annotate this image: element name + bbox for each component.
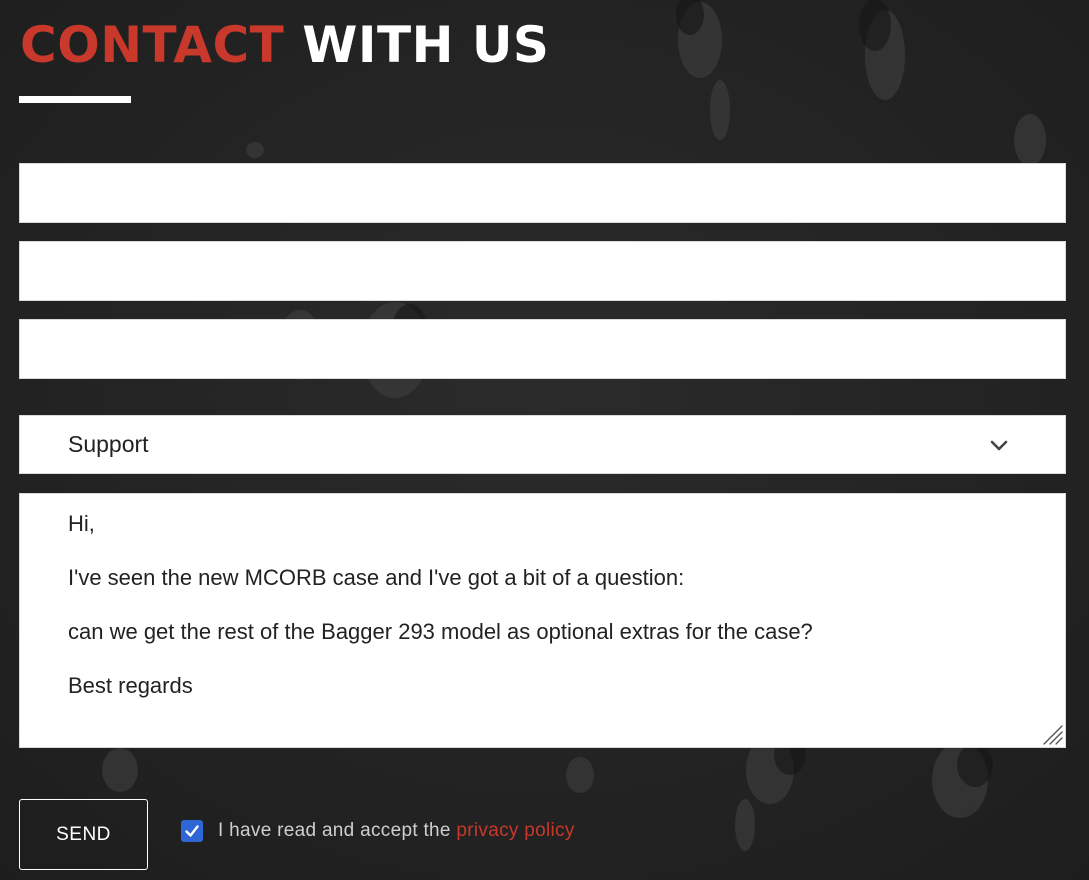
send-button[interactable]: SEND bbox=[19, 799, 148, 870]
resize-grip-icon[interactable] bbox=[1041, 723, 1063, 745]
subject-select[interactable]: Support bbox=[19, 415, 1066, 474]
chevron-down-icon bbox=[990, 440, 1008, 451]
checkmark-icon bbox=[185, 825, 199, 837]
title-underline bbox=[19, 96, 131, 103]
consent-text: I have read and accept the bbox=[218, 820, 451, 841]
contact-section: CONTACT WITH US Support Hi, I've seen th… bbox=[0, 0, 1089, 880]
message-line: I've seen the new MCORB case and I've go… bbox=[68, 565, 685, 590]
message-textarea[interactable]: Hi, I've seen the new MCORB case and I'v… bbox=[19, 493, 1066, 748]
email-field[interactable] bbox=[19, 241, 1066, 301]
privacy-consent: I have read and accept the privacy polic… bbox=[181, 819, 575, 843]
consent-label: I have read and accept the privacy polic… bbox=[218, 820, 575, 842]
message-line: can we get the rest of the Bagger 293 mo… bbox=[68, 619, 813, 644]
name-field[interactable] bbox=[19, 163, 1066, 223]
phone-field[interactable] bbox=[19, 319, 1066, 379]
privacy-policy-link[interactable]: privacy policy bbox=[456, 820, 574, 841]
message-line: Best regards bbox=[68, 673, 193, 698]
title-rest: WITH US bbox=[302, 16, 550, 74]
message-line: Hi, bbox=[68, 511, 95, 536]
consent-checkbox[interactable] bbox=[181, 820, 203, 842]
title-accent: CONTACT bbox=[20, 16, 285, 74]
page-title: CONTACT WITH US bbox=[20, 14, 549, 76]
subject-select-value: Support bbox=[68, 431, 149, 457]
